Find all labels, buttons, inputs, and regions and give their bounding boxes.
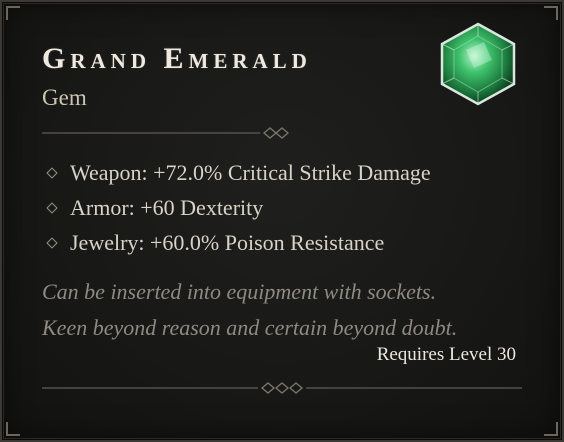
divider (42, 382, 522, 394)
flavor-line: Keen beyond reason and certain beyond do… (42, 315, 458, 340)
divider (42, 127, 290, 139)
level-requirement: Requires Level 30 (376, 344, 516, 365)
corner-ornament (6, 6, 20, 20)
emerald-gem-icon (440, 22, 516, 106)
affix-text: Armor: +60 Dexterity (70, 194, 264, 220)
flavor-text: Can be inserted into equipment with sock… (42, 274, 457, 346)
affix-text: Jewelry: +60.0% Poison Resistance (70, 229, 385, 255)
list-item: Weapon: +72.0% Critical Strike Damage (46, 155, 431, 190)
affix-list: Weapon: +72.0% Critical Strike Damage Ar… (46, 155, 431, 260)
corner-ornament (544, 422, 558, 436)
list-item: Armor: +60 Dexterity (46, 190, 431, 225)
item-name: Grand Emerald (42, 42, 312, 75)
diamond-bullet-icon (46, 236, 58, 249)
item-type: Gem (42, 85, 87, 110)
corner-ornament (6, 422, 20, 436)
diamond-bullet-icon (46, 201, 58, 214)
flavor-line: Can be inserted into equipment with sock… (42, 279, 437, 304)
item-tooltip: Grand Emerald Gem Weapon: +72.0% Critica… (0, 0, 564, 442)
corner-ornament (544, 6, 558, 20)
affix-text: Weapon: +72.0% Critical Strike Damage (70, 159, 431, 185)
diamond-bullet-icon (46, 166, 58, 179)
list-item: Jewelry: +60.0% Poison Resistance (46, 225, 431, 260)
